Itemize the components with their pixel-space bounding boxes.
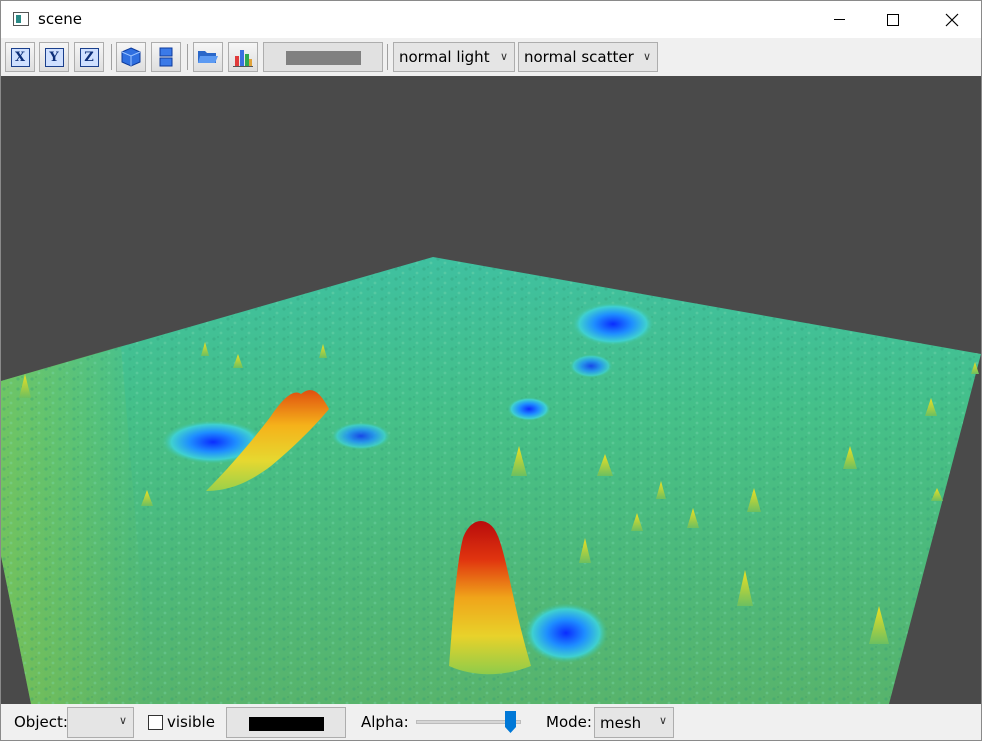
object-select[interactable]: ∨ bbox=[67, 707, 134, 738]
folder-open-icon bbox=[198, 51, 218, 63]
depression-mid bbox=[507, 397, 551, 421]
x-axis-icon: X bbox=[10, 47, 30, 67]
background-color-swatch bbox=[286, 51, 361, 65]
object-color-swatch bbox=[249, 717, 324, 731]
mode-label: Mode: bbox=[546, 713, 592, 731]
toolbar-separator bbox=[187, 44, 188, 70]
view-z-axis-button[interactable]: Z bbox=[74, 42, 104, 72]
light-mode-select[interactable]: normal light ∨ bbox=[393, 42, 515, 72]
minimize-icon bbox=[833, 19, 845, 20]
view-x-axis-button[interactable]: X bbox=[5, 42, 35, 72]
title-bar: scene bbox=[1, 1, 981, 38]
depression-back-right-2 bbox=[569, 354, 613, 378]
toolbar-separator bbox=[387, 44, 388, 70]
light-mode-value: normal light bbox=[399, 48, 490, 66]
chevron-down-icon: ∨ bbox=[499, 50, 508, 63]
object-label: Object: bbox=[14, 713, 68, 731]
visible-checkbox[interactable] bbox=[148, 715, 163, 730]
minimize-button[interactable] bbox=[816, 1, 862, 38]
window-title: scene bbox=[38, 10, 83, 28]
app-window-icon bbox=[13, 12, 29, 26]
depression-left-2 bbox=[331, 422, 391, 450]
object-color-button[interactable] bbox=[226, 707, 346, 738]
close-icon bbox=[945, 13, 959, 26]
alpha-slider-thumb[interactable] bbox=[505, 711, 516, 733]
bottom-bar: Object: ∨ visible Alpha: Mode: mesh ∨ bbox=[1, 704, 981, 740]
scatter-mode-value: normal scatter bbox=[524, 48, 634, 66]
chevron-down-icon: ∨ bbox=[118, 714, 127, 727]
mode-select[interactable]: mesh ∨ bbox=[594, 707, 674, 738]
z-axis-icon: Z bbox=[79, 47, 99, 67]
terrain-surface-render[interactable] bbox=[1, 76, 981, 704]
toolbar-separator bbox=[111, 44, 112, 70]
y-axis-icon: Y bbox=[44, 47, 64, 67]
depression-back-right bbox=[571, 302, 655, 346]
app-window: scene X Y Z normal light ∨ normal scatte… bbox=[0, 0, 982, 741]
background-color-button[interactable] bbox=[263, 42, 383, 72]
scatter-mode-select[interactable]: normal scatter ∨ bbox=[518, 42, 658, 72]
maximize-icon bbox=[887, 13, 899, 26]
view-3d-button[interactable] bbox=[116, 42, 146, 72]
scene-viewport[interactable] bbox=[1, 76, 981, 704]
histogram-button[interactable] bbox=[228, 42, 258, 72]
mode-select-value: mesh bbox=[600, 714, 642, 732]
chevron-down-icon: ∨ bbox=[658, 714, 667, 727]
chevron-down-icon: ∨ bbox=[642, 50, 651, 63]
open-file-button[interactable] bbox=[193, 42, 223, 72]
close-button[interactable] bbox=[929, 1, 975, 38]
depression-front bbox=[524, 603, 608, 663]
alpha-label: Alpha: bbox=[361, 713, 409, 731]
cube-icon bbox=[121, 47, 141, 67]
split-view-icon bbox=[159, 47, 173, 67]
bar-chart-icon bbox=[233, 50, 253, 67]
maximize-button[interactable] bbox=[870, 1, 916, 38]
visible-label: visible bbox=[167, 713, 215, 731]
view-y-axis-button[interactable]: Y bbox=[39, 42, 69, 72]
split-view-button[interactable] bbox=[151, 42, 181, 72]
toolbar: X Y Z normal light ∨ normal scatter ∨ bbox=[1, 38, 981, 76]
